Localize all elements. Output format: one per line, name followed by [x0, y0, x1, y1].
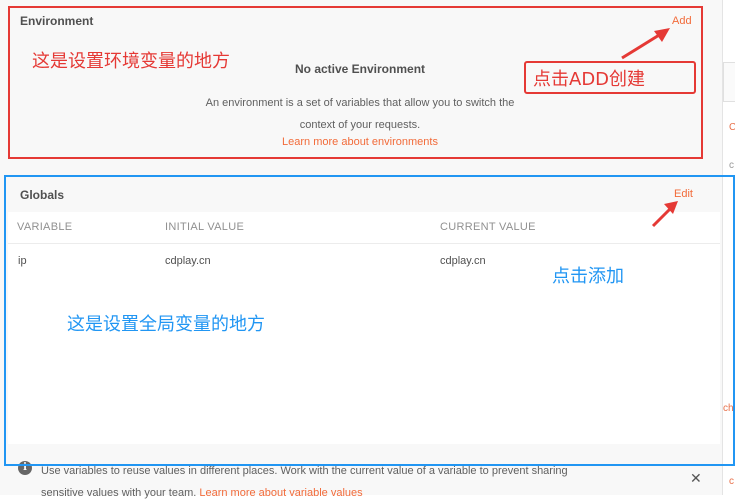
background-pane-mark: c [729, 160, 734, 171]
edit-annotation: 点击添加 [552, 266, 624, 287]
info-banner-text-prefix: sensitive values with your team. [41, 487, 200, 499]
learn-more-variable-values-link[interactable]: Learn more about variable values [199, 487, 362, 499]
add-annotation: 点击ADD创建 [533, 69, 646, 90]
globals-annotation: 这是设置全局变量的地方 [67, 314, 265, 335]
close-icon[interactable]: ✕ [690, 470, 702, 487]
info-banner-line2: sensitive values with your team. Learn m… [41, 482, 681, 504]
background-pane-mark: c [729, 476, 734, 487]
environment-annotation: 这是设置环境变量的地方 [32, 51, 230, 72]
info-banner-text: Use variables to reuse values in differe… [41, 460, 681, 504]
background-pane-mark: C [729, 122, 735, 133]
background-pane-box [723, 62, 735, 102]
